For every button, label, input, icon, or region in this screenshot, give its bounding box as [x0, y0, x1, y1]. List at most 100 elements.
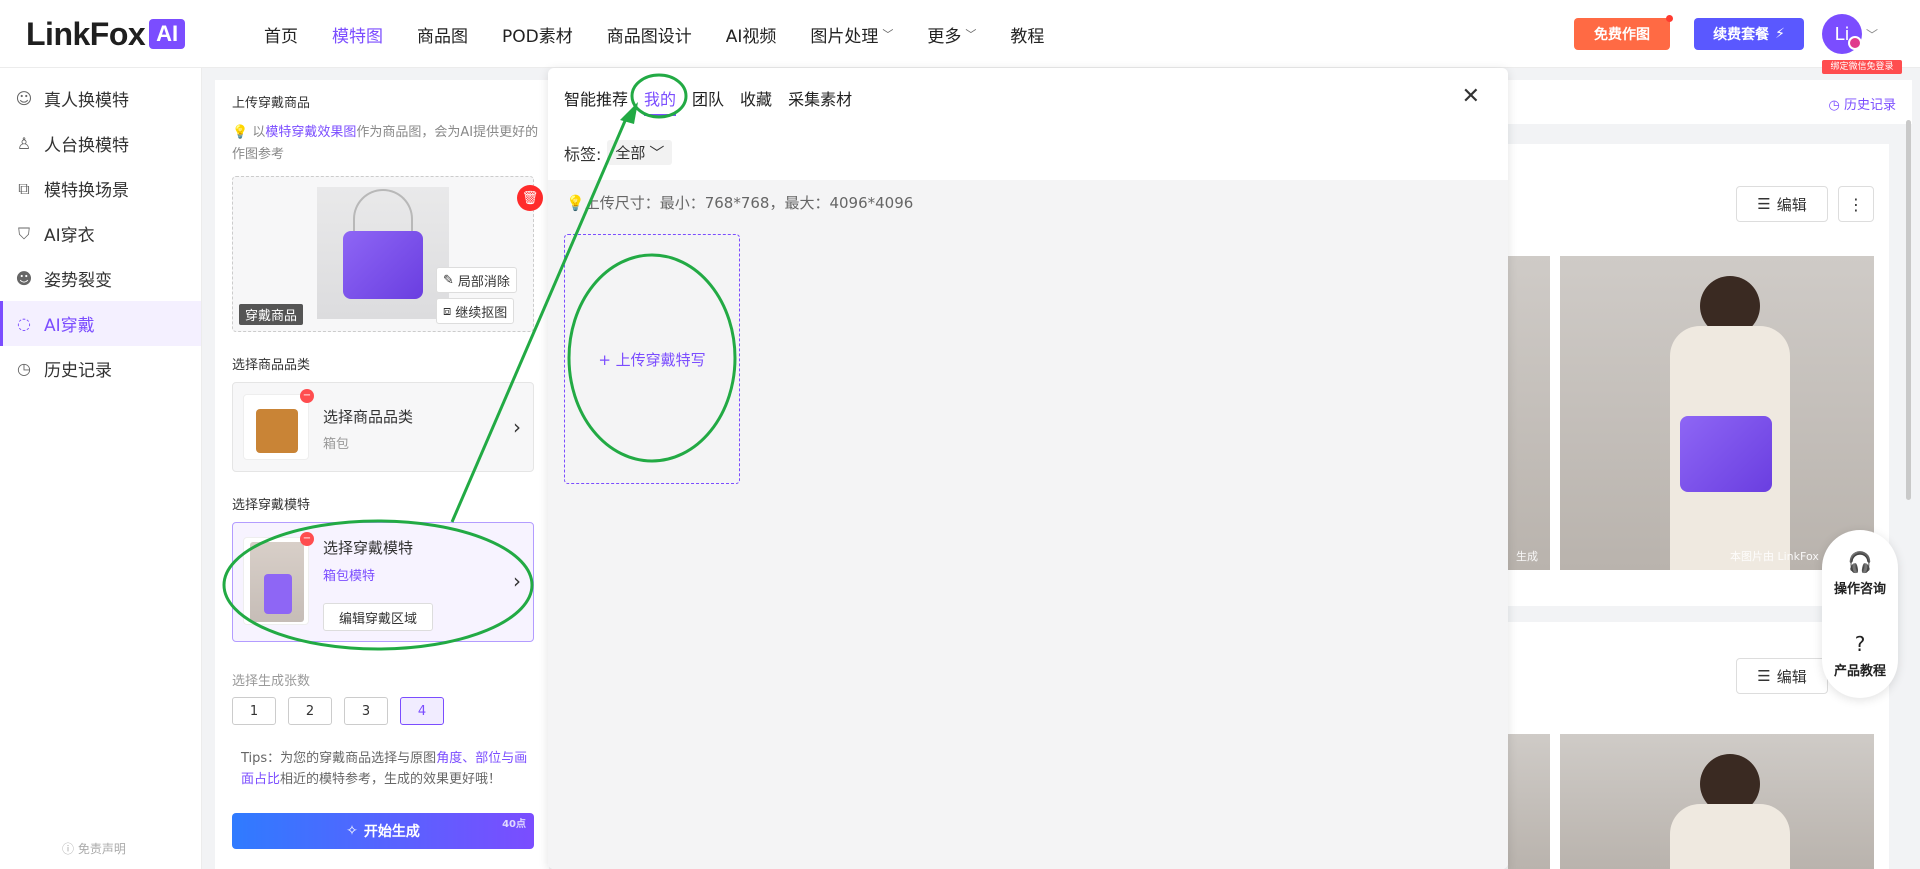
history-icon: ◷ — [1828, 98, 1840, 113]
nav-more[interactable]: 更多 ﹀ — [927, 22, 976, 47]
size-tip-text: 上传尺寸：最小：768*768，最大：4096*4096 — [584, 194, 914, 212]
tab-recommend[interactable]: 智能推荐 — [564, 86, 628, 116]
scrollbar[interactable] — [1906, 120, 1911, 500]
floating-help-panel: 🎧 操作咨询 ? 产品教程 — [1822, 530, 1898, 698]
sidebar-item-ai-wear[interactable]: ◌ AI穿戴 — [0, 301, 201, 346]
count-option[interactable]: 1 — [232, 697, 276, 725]
model-section-label: 选择穿戴模特 — [232, 498, 311, 513]
person-swap-icon: ☺ — [15, 89, 33, 108]
sidebar-item-history[interactable]: ◷ 历史记录 — [0, 346, 201, 391]
category-section-label: 选择商品品类 — [232, 358, 311, 373]
history-link[interactable]: ◷ 历史记录 — [1829, 94, 1897, 113]
result-image[interactable]: 本图片由 LinkFox — [1560, 256, 1874, 570]
model-value: 箱包模特 — [323, 569, 376, 584]
product-tag: 穿戴商品 — [239, 304, 304, 325]
sweater-shape — [1670, 804, 1790, 869]
nav-label: 教程 — [1010, 26, 1045, 47]
nav-model-image[interactable]: 模特图 — [332, 22, 383, 47]
count-option[interactable]: 3 — [344, 697, 388, 725]
sidebar-item-scene-swap[interactable]: ⧉ 模特换场景 — [0, 166, 201, 211]
nav-label: 商品图设计 — [606, 26, 692, 47]
tag-dropdown[interactable]: 全部 ﹀ — [607, 140, 673, 165]
results-header: ◷ 历史记录 — [1508, 80, 1912, 124]
result-image[interactable] — [1560, 734, 1874, 869]
tutorial-button[interactable]: ? 产品教程 — [1822, 632, 1898, 679]
sidebar-item-mannequin-swap[interactable]: ♙ 人台换模特 — [0, 121, 201, 166]
remove-icon[interactable]: − — [300, 389, 314, 403]
left-sidebar: ☺ 真人换模特 ♙ 人台换模特 ⧉ 模特换场景 ⛉ AI穿衣 ☻ 姿势裂变 ◌ AI穿戴 ◷… — [0, 68, 202, 869]
upload-closeup-button[interactable]: + 上传穿戴特写 — [564, 234, 740, 484]
nav-label: POD素材 — [502, 26, 573, 47]
tips-prefix: Tips：为您的穿戴商品选择与原图 — [241, 751, 437, 766]
category-title: 选择商品品类 — [323, 408, 414, 426]
model-card[interactable]: − 选择穿戴模特 箱包模特 编辑穿戴区域 › — [232, 522, 534, 642]
tab-mine[interactable]: 我的 — [644, 86, 677, 116]
partial-erase-button[interactable]: ✎ 局部消除 — [436, 267, 517, 293]
brand-logo[interactable]: LinkFox AI — [26, 16, 186, 52]
nav-product-design[interactable]: 商品图设计 — [607, 22, 692, 47]
generate-button[interactable]: ✧ 开始生成 40点 — [232, 813, 534, 849]
sidebar-item-label: 人台换模特 — [44, 136, 129, 156]
disclaimer-link[interactable]: ⓘ 免责声明 — [62, 840, 126, 857]
upload-tip: 💡 以模特穿戴效果图作为商品图，会为AI提供更好的作图参考 — [232, 122, 542, 166]
result-image[interactable] — [1508, 734, 1550, 869]
tag-label: 标签: — [564, 144, 602, 164]
nav-pod[interactable]: POD素材 — [502, 22, 573, 47]
bag-shape — [343, 231, 423, 299]
edit-button[interactable]: ☰ 编辑 — [1736, 658, 1828, 694]
nav-label: 首页 — [264, 26, 298, 47]
product-upload-box[interactable]: 🗑 穿戴商品 ✎ 局部消除 ⧈ 继续抠图 — [232, 176, 543, 332]
size-tip: 💡上传尺寸：最小：768*768，最大：4096*4096 — [566, 192, 913, 213]
edit-button[interactable]: ☰ 编辑 — [1736, 186, 1828, 222]
chevron-down-icon: ﹀ — [649, 144, 665, 162]
nav-tutorial[interactable]: 教程 — [1010, 22, 1044, 47]
count-option[interactable]: 2 — [288, 697, 332, 725]
vip-badge-icon — [1848, 36, 1862, 50]
upload-section-title: 上传穿戴商品 — [232, 96, 311, 111]
count-option-selected[interactable]: 4 — [400, 697, 444, 725]
history-label: 历史记录 — [1843, 98, 1896, 113]
brand-badge: AI — [149, 19, 186, 49]
sidebar-item-ai-dress[interactable]: ⛉ AI穿衣 — [0, 211, 201, 256]
nav-label: 商品图 — [417, 26, 468, 47]
consult-button[interactable]: 🎧 操作咨询 — [1822, 550, 1898, 597]
eraser-icon: ✎ — [443, 272, 454, 288]
mannequin-icon: ♙ — [16, 134, 32, 153]
wechat-bind-tip[interactable]: 绑定微信免登录 — [1822, 60, 1902, 74]
main-nav: 首页 模特图 商品图 POD素材 商品图设计 AI视频 图片处理 ﹀ 更多 ﹀ 教程 — [264, 0, 1044, 68]
renew-plan-button[interactable]: 续费套餐 ⚡ — [1694, 18, 1804, 50]
chevron-down-icon[interactable]: ﹀ — [1866, 26, 1878, 43]
tab-team[interactable]: 团队 — [692, 86, 724, 116]
tip-link[interactable]: 模特穿戴效果图 — [265, 125, 356, 140]
edit-wear-area-button[interactable]: 编辑穿戴区域 — [323, 603, 433, 631]
model-title: 选择穿戴模特 — [323, 539, 414, 557]
nav-product-image[interactable]: 商品图 — [417, 22, 468, 47]
close-icon[interactable]: ✕ — [1462, 84, 1480, 109]
config-panel: 上传穿戴商品 💡 以模特穿戴效果图作为商品图，会为AI提供更好的作图参考 🗑 穿… — [215, 80, 549, 869]
tab-favorites[interactable]: 收藏 — [740, 86, 772, 116]
delete-icon[interactable]: 🗑 — [517, 185, 543, 211]
tag-filter: 标签: 全部 ﹀ — [564, 140, 673, 165]
sidebar-item-pose[interactable]: ☻ 姿势裂变 — [0, 256, 201, 301]
shirt-icon: ⛉ — [17, 223, 30, 243]
nav-label: 更多 — [927, 26, 962, 47]
nav-label: 图片处理 — [810, 26, 879, 47]
continue-cutout-button[interactable]: ⧈ 继续抠图 — [436, 298, 515, 324]
tab-collect[interactable]: 采集素材 — [788, 86, 852, 116]
remove-icon[interactable]: − — [300, 532, 314, 546]
points-cost: 40点 — [502, 819, 526, 830]
watermark: 本图片由 LinkFox — [1730, 550, 1819, 563]
result-image[interactable]: 生成 — [1508, 256, 1550, 570]
disclaimer-label: 免责声明 — [77, 842, 126, 856]
more-button[interactable]: ⋮ — [1838, 186, 1874, 222]
nav-home[interactable]: 首页 — [264, 22, 298, 47]
result-card: ☰ 编辑 ⋮ 生成 本图片由 LinkFox — [1508, 144, 1889, 606]
sidebar-item-person-swap[interactable]: ☺ 真人换模特 — [0, 76, 201, 121]
sliders-icon: ☰ — [1757, 667, 1771, 685]
nav-ai-video[interactable]: AI视频 — [726, 22, 777, 47]
material-picker-modal: 智能推荐 我的 团队 收藏 采集素材 ✕ 标签: 全部 ﹀ 💡上传尺寸：最小：76… — [548, 68, 1508, 869]
chevron-down-icon: ﹀ — [882, 28, 894, 41]
nav-image-processing[interactable]: 图片处理 ﹀ — [810, 22, 893, 47]
free-draw-button[interactable]: 免费作图 — [1574, 15, 1673, 50]
category-card[interactable]: − 选择商品品类 箱包 › — [232, 382, 534, 472]
